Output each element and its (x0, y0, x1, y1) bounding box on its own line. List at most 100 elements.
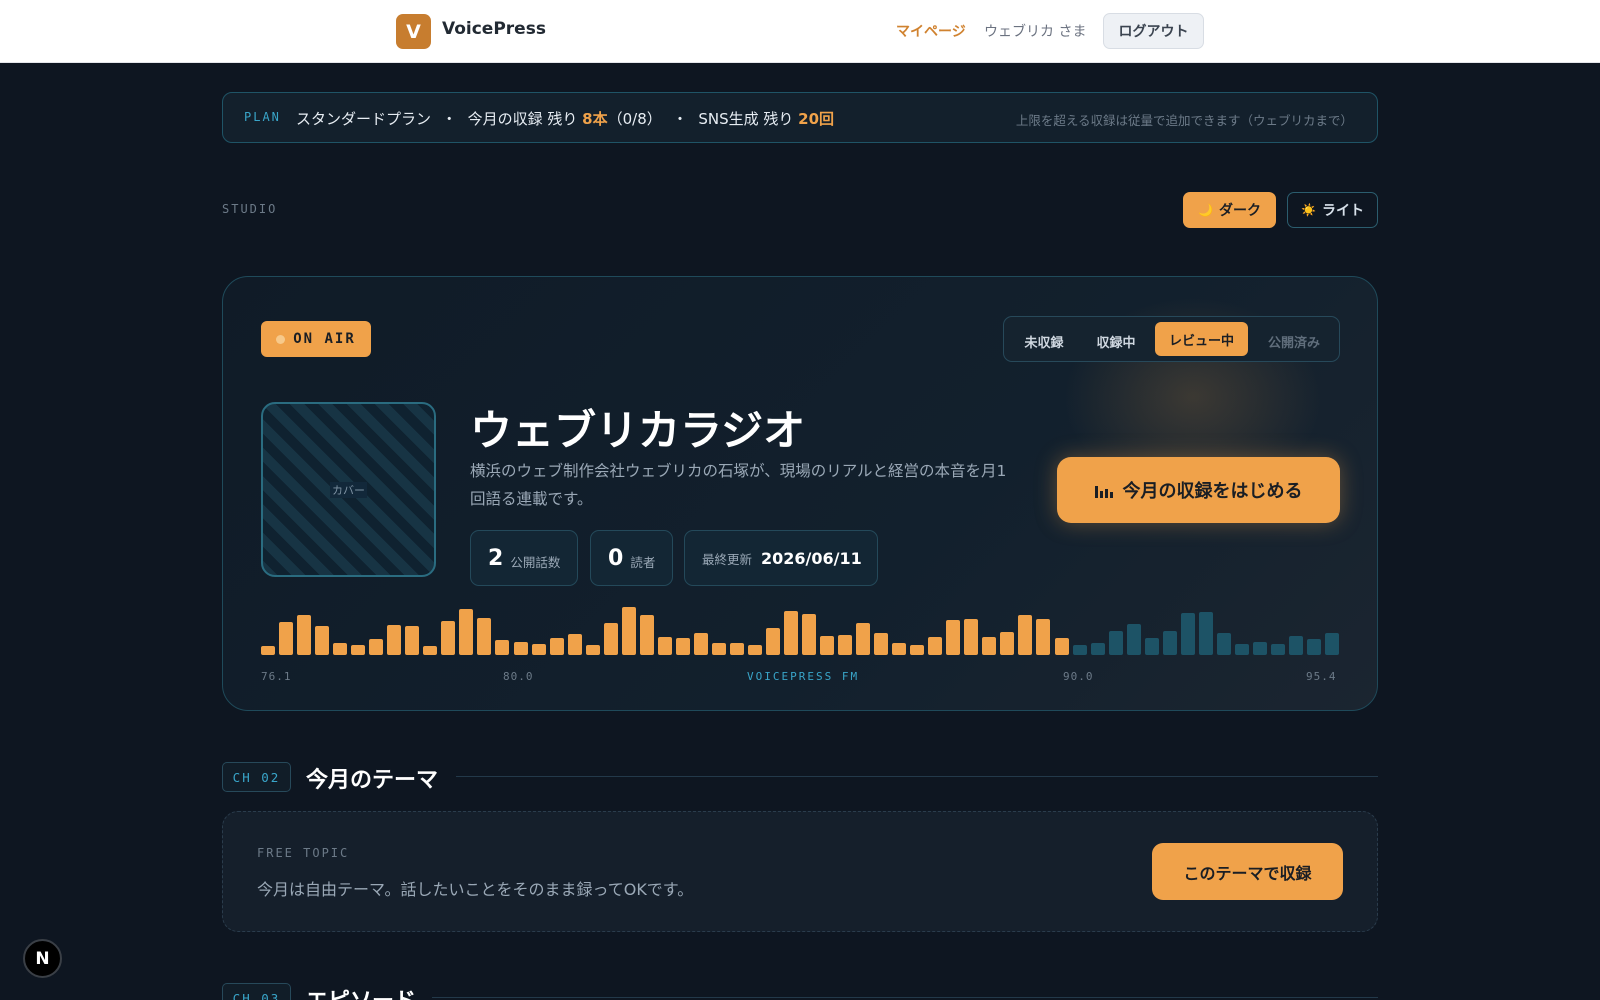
stat-last-updated: 最終更新 2026/06/11 (684, 530, 878, 586)
topic-tag: FREE TOPIC (257, 846, 350, 860)
stat-readers-value: 0 (608, 545, 624, 571)
waveform-bar (621, 607, 636, 655)
waveform-bar (1252, 642, 1267, 655)
floating-n-badge[interactable]: N (23, 939, 62, 978)
user-name: ウェブリカ さま (984, 24, 1087, 40)
waveform-bar (369, 639, 384, 655)
waveform-bar (1306, 639, 1321, 655)
waveform-bar (675, 638, 690, 655)
logout-button[interactable]: ログアウト (1103, 13, 1204, 49)
nav-mypage-link[interactable]: マイページ (896, 21, 966, 41)
theme-light-label: ライト (1321, 203, 1364, 219)
waveform-bar (892, 643, 907, 655)
record-remaining-value: 8本 (582, 110, 608, 128)
plan-banner: PLAN スタンダードプラン ・ 今月の収録 残り 8本（0/8） ・ SNS生… (222, 92, 1378, 143)
waveform-bar (1072, 645, 1087, 655)
on-air-dot-icon (276, 334, 286, 344)
waveform-bar (1288, 636, 1303, 655)
theme-light-button[interactable]: ☀️ ライト (1287, 192, 1378, 228)
section-ch03-divider (432, 997, 1378, 998)
stat-episodes: 2 公開話数 (470, 530, 578, 586)
waveform-bar (333, 643, 348, 655)
plan-name: スタンダードプラン (296, 110, 432, 128)
logo-icon[interactable]: V (396, 14, 431, 49)
waveform-bar (802, 614, 816, 655)
theme-dark-button[interactable]: 🌙 ダーク (1183, 192, 1276, 228)
studio-label: STUDIO (222, 202, 278, 216)
waveform-bar (567, 634, 582, 655)
waveform-bar (603, 623, 618, 655)
waveform-bar (964, 619, 979, 655)
waveform-bar (729, 643, 744, 655)
waveform-bar (639, 615, 654, 655)
plan-summary: スタンダードプラン ・ 今月の収録 残り 8本（0/8） ・ SNS生成 残り … (296, 108, 834, 129)
section-ch03-tag: CH 03 (222, 983, 291, 1000)
record-usage: （0/8） (607, 110, 662, 128)
stat-episodes-value: 2 (488, 545, 504, 571)
record-with-theme-button[interactable]: このテーマで収録 (1152, 843, 1343, 900)
studio-card: ON AIR 未収録 収録中 レビュー中 公開済み カバー ウェブリカラジオ 横… (222, 276, 1378, 711)
waveform-bar (513, 642, 528, 655)
waveform-bar (1144, 638, 1159, 655)
waveform-bar (1325, 633, 1339, 655)
waveform-bar (585, 645, 600, 655)
plan-separator: ・ (441, 110, 457, 128)
section-ch02-divider (456, 776, 1378, 777)
waveform-bar (459, 609, 474, 655)
waveform-bar (856, 623, 871, 655)
waveform-bar (1198, 612, 1213, 655)
waveform-bar (1234, 644, 1249, 655)
waveform-bar (531, 644, 546, 655)
stat-readers: 0 読者 (590, 530, 673, 586)
status-option-published[interactable]: 公開済み (1256, 328, 1332, 354)
status-option-reviewing[interactable]: レビュー中 (1155, 322, 1248, 356)
theme-card: FREE TOPIC 今月は自由テーマ。話したいことをそのまま録ってOKです。 … (222, 811, 1378, 932)
waveform-bar (820, 636, 834, 655)
waveform-bar (1000, 632, 1015, 655)
waveform-bar (351, 645, 366, 655)
sns-remaining-label: SNS生成 残り (698, 110, 794, 128)
waveform-bar (910, 645, 925, 655)
waveform-bar (549, 638, 564, 655)
waveform-bar (982, 637, 997, 655)
show-description: 横浜のウェブ制作会社ウェブリカの石塚が、現場のリアルと経営の本音を月1回語る連載… (470, 462, 1007, 508)
waveform-bar (1180, 613, 1195, 655)
waveform (261, 607, 1339, 655)
app-name[interactable]: VoicePress (442, 19, 546, 39)
waveform-bar (1270, 644, 1285, 655)
waveform-bar (1018, 615, 1033, 655)
sun-icon: ☀️ (1301, 203, 1316, 217)
freq-brand-label: VOICEPRESS FM (747, 670, 860, 683)
section-ch03-title: エピソード (306, 983, 416, 1000)
waveform-bar (495, 640, 510, 655)
top-header: V VoicePress マイページ ウェブリカ さま ログアウト (0, 0, 1600, 63)
waveform-bar (747, 645, 762, 655)
stat-updated-value: 2026/06/11 (761, 548, 862, 568)
record-remaining-label: 今月の収録 残り (467, 110, 578, 128)
waveform-bar (1162, 631, 1177, 655)
sns-remaining-value: 20回 (798, 110, 835, 128)
waveform-bar (315, 626, 330, 655)
plan-note: 上限を超える収録は従量で追加できます（ウェブリカまで） (1015, 113, 1353, 128)
start-recording-button[interactable]: 今月の収録をはじめる (1057, 457, 1340, 523)
waveform-bar (693, 633, 708, 655)
on-air-label: ON AIR (293, 331, 356, 347)
stat-readers-label: 読者 (630, 554, 656, 570)
theme-dark-label: ダーク (1218, 203, 1261, 219)
freq-label-end: 95.4 (1306, 670, 1337, 683)
waveform-bar (657, 637, 672, 655)
status-option-unrecorded[interactable]: 未収録 (1013, 328, 1075, 354)
moon-icon: 🌙 (1198, 203, 1213, 217)
freq-label-second: 80.0 (503, 670, 534, 683)
waveform-bar (1036, 619, 1051, 655)
waveform-bar (1126, 624, 1141, 655)
status-option-recording[interactable]: 収録中 (1085, 328, 1147, 354)
waveform-bar (838, 635, 853, 655)
section-ch02-title: 今月のテーマ (306, 768, 439, 793)
waveform-bar (765, 628, 780, 655)
waveform-bar (946, 620, 961, 655)
cover-image-placeholder[interactable]: カバー (261, 402, 436, 577)
freq-label-start: 76.1 (261, 670, 292, 683)
waveform-bar (1054, 638, 1069, 655)
waveform-bar (784, 611, 798, 655)
